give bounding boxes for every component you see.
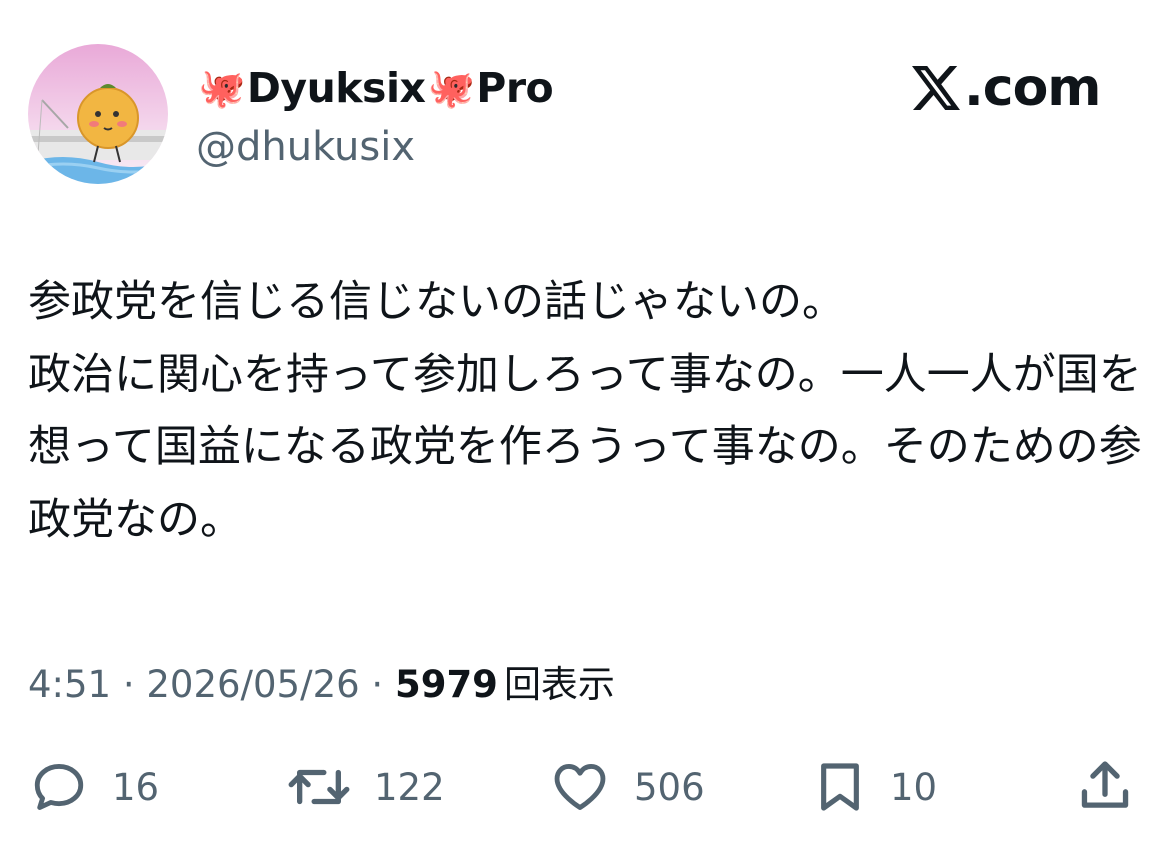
reply-count: 16	[112, 765, 160, 809]
share-button[interactable]	[1076, 752, 1134, 822]
author-handle[interactable]: @dhukusix	[196, 124, 415, 170]
heart-icon	[554, 764, 606, 810]
bookmark-button[interactable]: 10	[812, 752, 937, 822]
avatar[interactable]	[28, 44, 168, 184]
repost-count: 122	[374, 765, 445, 809]
bookmark-count: 10	[890, 765, 938, 809]
repost-icon	[288, 769, 350, 805]
like-count: 506	[634, 765, 705, 809]
tweet-text: 参政党を信じる信じないの話じゃないの。 政治に関心を持って参加しろって事なの。一…	[28, 277, 1142, 545]
site-label: .com	[964, 58, 1101, 118]
action-bar: 16 122 506 10	[28, 752, 1138, 822]
author-name-main: Dyuksix	[246, 64, 426, 112]
avatar-image	[28, 44, 168, 184]
author-name-suffix: Pro	[476, 64, 554, 112]
tweet-time[interactable]: 4:51	[28, 663, 111, 706]
author-name[interactable]: 🐙 Dyuksix 🐙 Pro	[196, 58, 554, 118]
like-button[interactable]: 506	[548, 752, 705, 822]
bookmark-icon	[821, 763, 859, 811]
share-icon	[1081, 761, 1129, 808]
views-count: 5979	[394, 663, 498, 706]
site-watermark: .com	[912, 58, 1101, 118]
reply-icon	[34, 764, 84, 810]
meta-separator: ·	[359, 663, 395, 706]
views-label: 回表示	[503, 663, 615, 706]
tweet-date[interactable]: 2026/05/26	[146, 663, 359, 706]
meta-separator: ·	[111, 663, 147, 706]
tweet-meta: 4:51 · 2026/05/26 · 5979 回表示	[28, 654, 615, 708]
reply-button[interactable]: 16	[28, 752, 159, 822]
repost-button[interactable]: 122	[286, 752, 445, 822]
octopus-emoji: 🐙	[198, 65, 245, 110]
octopus-emoji: 🐙	[427, 65, 475, 110]
x-logo-icon	[912, 66, 960, 110]
